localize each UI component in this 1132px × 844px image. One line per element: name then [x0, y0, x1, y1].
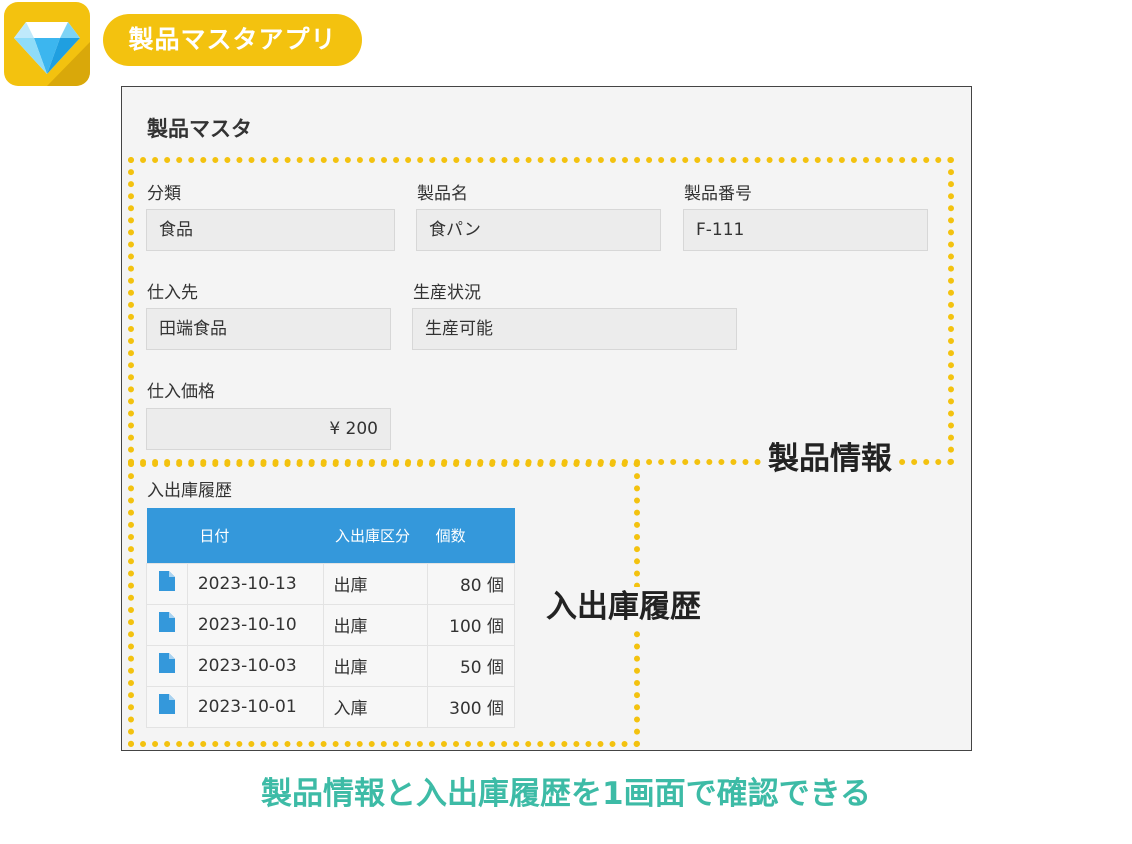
record-window: 製品マスタ 分類 食品 製品名 食パン 製品番号 F-111 仕入先 田端食品 … [121, 86, 972, 751]
product-info-callout: 製品情報 [762, 439, 898, 479]
feature-caption: 製品情報と入出庫履歴を1画面で確認できる [261, 776, 871, 812]
product-info-highlight [128, 157, 954, 465]
diamond-icon [14, 22, 90, 86]
history-callout: 入出庫履歴 [546, 587, 701, 627]
app-icon [4, 2, 90, 86]
page-title: 製品マスタ [147, 117, 252, 141]
app-name-badge: 製品マスタアプリ [103, 14, 362, 66]
